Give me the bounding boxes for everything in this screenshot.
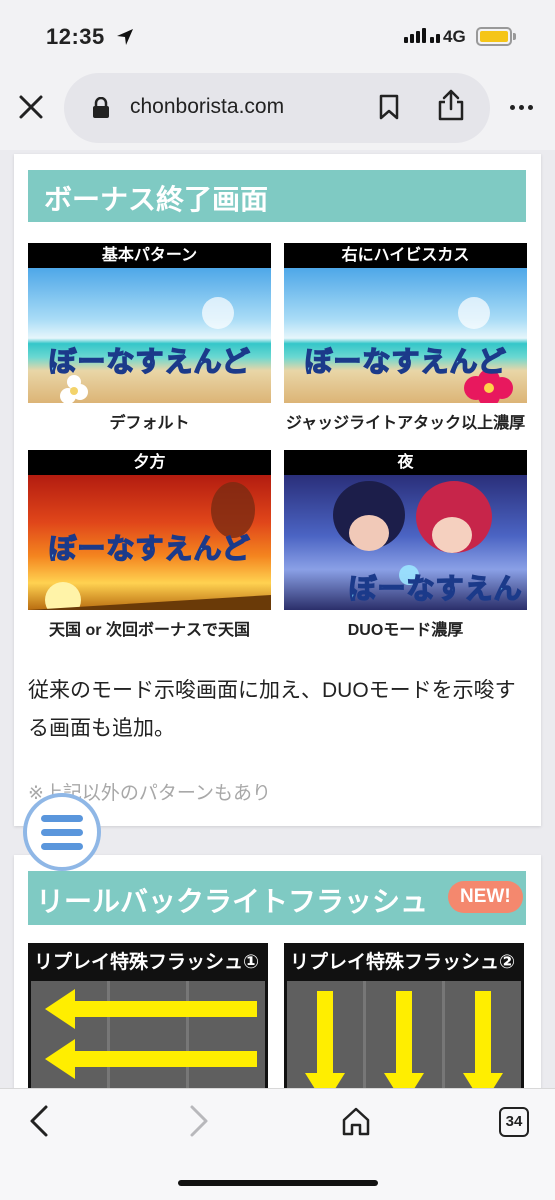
share-icon[interactable] — [436, 88, 466, 122]
signal-icon — [404, 28, 440, 43]
url-text[interactable]: chonborista.com — [130, 95, 284, 119]
article-card-bonus-end: ボーナス終了画面 基本パターン ぼーなすえんど デフォルト 右にハイビスカス ぼ… — [14, 154, 541, 826]
description-text: 従来のモード示唆画面に加え、DUOモードを示唆する画面も追加。 — [28, 679, 516, 740]
flash-caption: リプレイ特殊フラッシュ① — [34, 952, 260, 973]
tile-caption: 夕方 — [28, 450, 271, 475]
battery-icon — [476, 27, 512, 46]
tile-label: DUOモード濃厚 — [347, 622, 464, 639]
location-arrow-icon — [117, 29, 133, 45]
floating-menu-button[interactable] — [23, 793, 101, 871]
tile-label: デフォルト — [109, 415, 190, 432]
more-menu-icon[interactable] — [510, 105, 533, 110]
left-arrows-icon — [45, 989, 257, 1079]
flash-panel-2: リプレイ特殊フラッシュ② — [284, 943, 524, 1088]
status-time: 12:35 — [46, 24, 105, 49]
section-heading-text: リールバックライトフラッシュ — [36, 886, 429, 917]
bonus-end-logo: ぼーなすえんど — [348, 572, 523, 605]
image-tile-basic: 基本パターン ぼーなすえんど デフォルト — [28, 243, 271, 433]
tile-caption: 右にハイビスカス — [284, 243, 527, 268]
sunset-image: ぼーなすえんど — [28, 475, 271, 610]
down-arrows-icon — [305, 991, 503, 1088]
web-content: ボーナス終了画面 基本パターン ぼーなすえんど デフォルト 右にハイビスカス ぼ… — [0, 150, 555, 1088]
bonus-end-logo: ぼーなすえんど — [48, 532, 251, 565]
section-heading: リールバックライトフラッシュ NEW! — [28, 871, 526, 925]
night-duo-image: ぼーなすえんど — [284, 475, 527, 610]
flash-panel-1: リプレイ特殊フラッシュ① — [28, 943, 268, 1088]
beach-image: ぼーなすえんど — [28, 268, 271, 403]
section-heading: ボーナス終了画面 — [28, 170, 526, 222]
tile-label: 天国 or 次回ボーナスで天国 — [49, 622, 250, 639]
home-icon[interactable] — [340, 1105, 372, 1137]
tile-caption: 夜 — [284, 450, 527, 475]
home-indicator — [178, 1180, 378, 1186]
tabs-button[interactable]: 34 — [499, 1107, 529, 1137]
forward-icon[interactable] — [184, 1103, 212, 1139]
network-type: 4G — [443, 27, 466, 46]
back-icon[interactable] — [26, 1103, 54, 1139]
article-card-reel-flash: リールバックライトフラッシュ NEW! リプレイ特殊フラッシュ① リプレイ特殊フ… — [14, 855, 541, 1088]
bookmark-icon[interactable] — [378, 94, 400, 120]
bonus-end-logo: ぼーなすえんど — [304, 345, 507, 378]
image-tile-hibiscus: 右にハイビスカス ぼーなすえんど ジャッジライトアタック以上濃厚 — [284, 243, 527, 433]
tile-label: ジャッジライトアタック以上濃厚 — [285, 415, 526, 432]
browser-url-bar: chonborista.com — [0, 70, 555, 150]
close-icon[interactable] — [16, 92, 46, 122]
bonus-end-logo: ぼーなすえんど — [48, 345, 251, 378]
image-tile-evening: 夕方 ぼーなすえんど 天国 or 次回ボーナスで天国 — [28, 450, 271, 640]
battery-tip — [513, 33, 516, 40]
new-badge: NEW! — [448, 881, 523, 913]
tile-caption: 基本パターン — [28, 243, 271, 268]
image-tile-night: 夜 ぼーなすえんど DUOモード濃厚 — [284, 450, 527, 640]
lock-icon — [93, 97, 109, 118]
status-bar: 12:35 4G — [0, 0, 555, 70]
beach-hibiscus-image: ぼーなすえんど — [284, 268, 527, 403]
flash-caption: リプレイ特殊フラッシュ② — [290, 952, 516, 973]
